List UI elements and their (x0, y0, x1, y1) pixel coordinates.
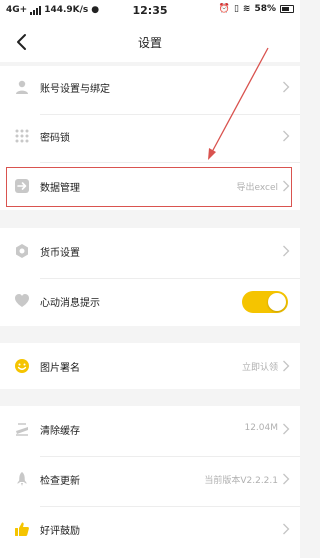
row-value: 当前版本V2.2.2.1 (204, 476, 278, 486)
chevron-right-icon (283, 473, 290, 485)
row-currency[interactable]: 货币设置 (0, 230, 300, 272)
thumbs-up-icon (15, 522, 29, 536)
row-label: 心动消息提示 (40, 298, 100, 309)
divider (40, 162, 300, 163)
chevron-right-icon (283, 130, 290, 142)
row-label: 清除缓存 (40, 426, 80, 437)
row-label: 货币设置 (40, 248, 80, 259)
alarm-icon: ⏰ (218, 4, 230, 14)
status-bar: 4G+ 144.9K/s ● 12:35 ⏰ ▯ ≋ 58% (0, 0, 300, 22)
row-passcode[interactable]: 密码锁 (0, 115, 300, 157)
row-value: 12.04M (244, 423, 278, 433)
row-label: 账号设置与绑定 (40, 84, 110, 95)
row-account[interactable]: 账号设置与绑定 (0, 66, 300, 108)
chevron-right-icon (283, 81, 290, 93)
row-label: 检查更新 (40, 476, 80, 487)
vibrate-icon: ▯ (233, 4, 239, 14)
status-right: ⏰ ▯ ≋ 58% (219, 4, 294, 14)
heart-icon (15, 294, 29, 307)
divider (40, 456, 300, 457)
page-title: 设置 (137, 36, 162, 50)
chevron-right-icon (283, 523, 290, 535)
row-clear-cache[interactable]: 清除缓存 12.04M (0, 408, 300, 450)
battery-icon (280, 5, 294, 13)
wifi-icon: ≋ (242, 4, 251, 14)
settings-group-image: 图片署名 立即认领 (0, 343, 300, 389)
settings-group-general: 货币设置 心动消息提示 (0, 228, 300, 326)
broom-icon (16, 423, 28, 436)
row-heart-notify: 心动消息提示 (0, 280, 300, 322)
divider (40, 506, 300, 507)
toggle-knob (268, 293, 286, 311)
row-label: 图片署名 (40, 363, 80, 374)
chevron-right-icon (283, 245, 290, 257)
passcode-dots-icon (15, 129, 29, 143)
battery-percent: 58% (254, 4, 276, 14)
user-icon (16, 80, 28, 94)
chevron-right-icon (283, 360, 290, 372)
row-check-update[interactable]: 检查更新 当前版本V2.2.2.1 (0, 458, 300, 500)
row-image-sign[interactable]: 图片署名 立即认领 (0, 345, 300, 387)
chevron-right-icon (283, 423, 290, 435)
heart-notify-toggle[interactable] (242, 291, 288, 313)
divider (40, 278, 300, 279)
row-label: 密码锁 (40, 133, 70, 144)
highlight-box (6, 167, 292, 207)
row-label: 好评鼓励 (40, 526, 80, 537)
smiley-icon (15, 359, 29, 373)
row-value: 立即认领 (241, 363, 278, 373)
row-rate-app[interactable]: 好评鼓励 (0, 508, 300, 550)
nav-bar: 设置 (0, 22, 300, 62)
currency-icon (16, 244, 28, 258)
settings-screen: 4G+ 144.9K/s ● 12:35 ⏰ ▯ ≋ 58% 设置 账号设置与绑… (0, 0, 300, 558)
settings-group-misc: 清除缓存 12.04M 检查更新 当前版本V2.2.2.1 好评鼓励 (0, 406, 300, 558)
rocket-icon (17, 472, 27, 486)
